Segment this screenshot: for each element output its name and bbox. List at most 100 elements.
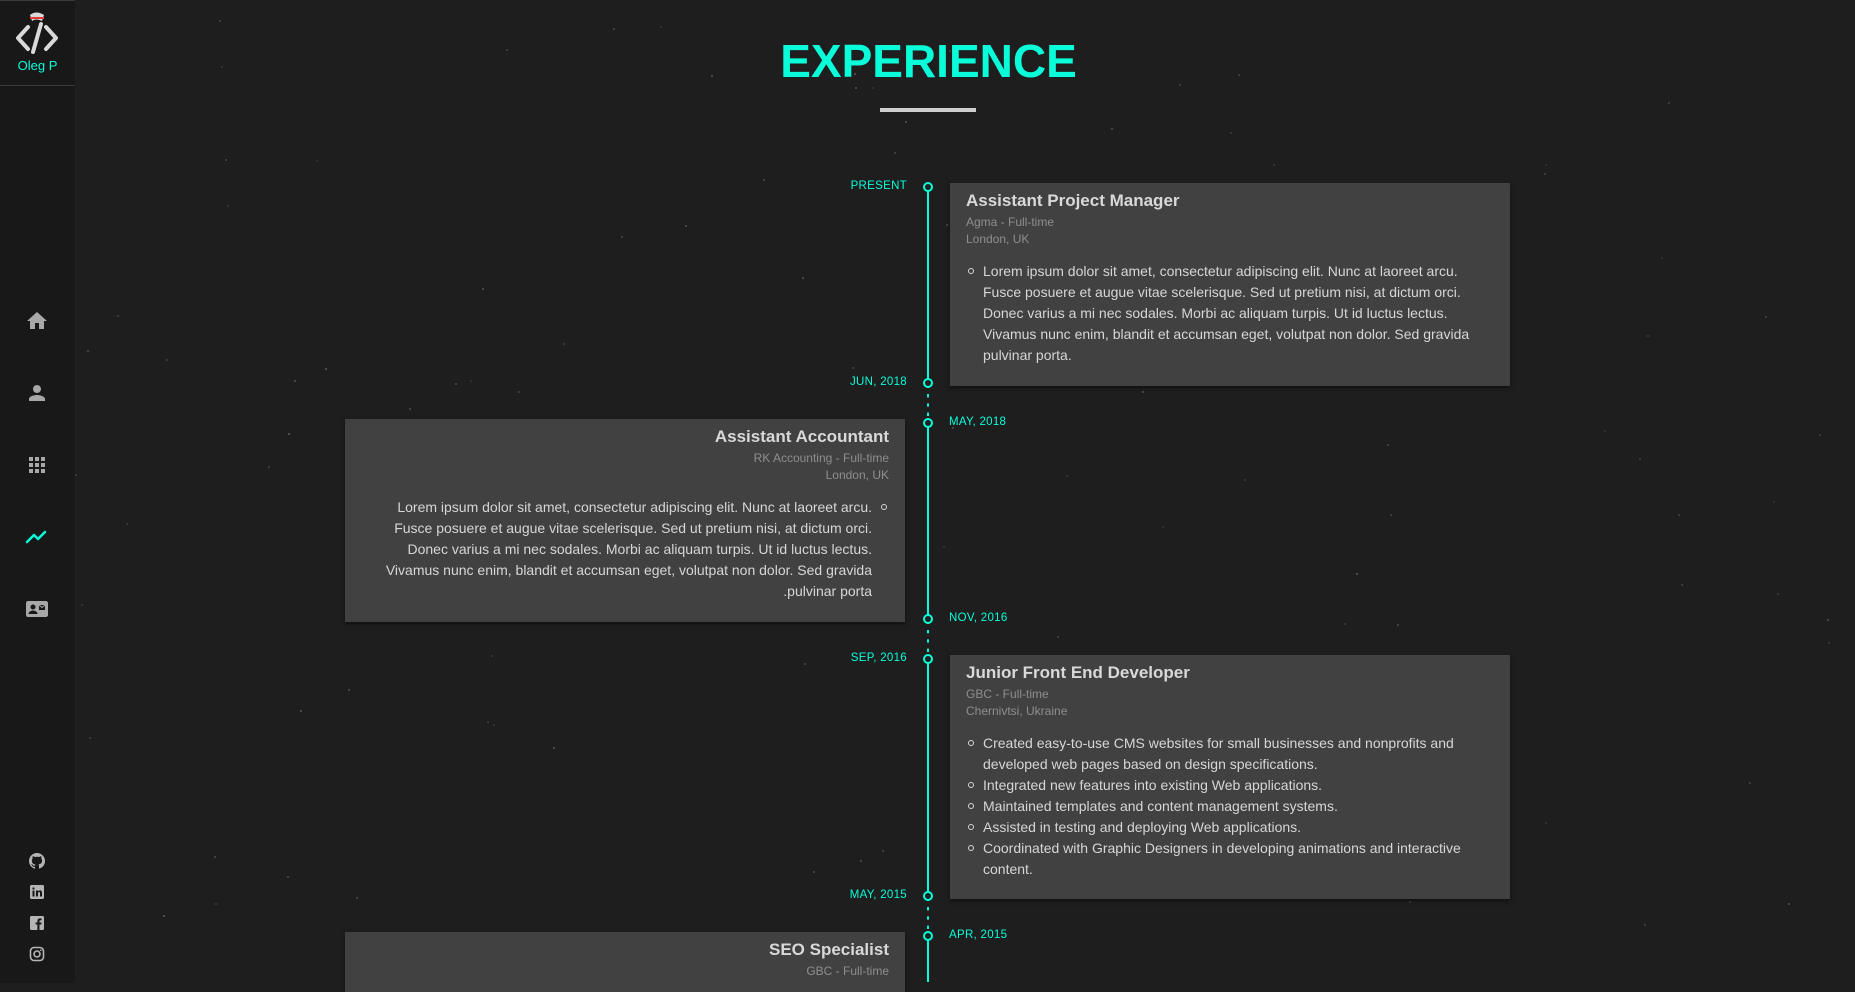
- star: [288, 433, 290, 435]
- instagram-link[interactable]: [29, 946, 45, 962]
- star: [763, 179, 765, 181]
- list-item: Coordinated with Graphic Designers in de…: [966, 838, 1494, 880]
- list-item: Maintained templates and content managem…: [966, 796, 1494, 817]
- timeline-dot: [923, 931, 933, 941]
- job-meta: GBC - Full-time Chernivtsi, Ukraine: [966, 686, 1494, 720]
- star: [1678, 514, 1680, 516]
- star: [1765, 316, 1767, 318]
- star: [1819, 434, 1821, 436]
- code-logo-icon: [16, 12, 58, 54]
- star: [1828, 642, 1830, 644]
- timeline-dot: [923, 654, 933, 664]
- nav-about[interactable]: [25, 381, 49, 405]
- star: [1409, 901, 1411, 903]
- star: [518, 391, 520, 393]
- star: [166, 359, 168, 361]
- star: [215, 903, 217, 905]
- brand[interactable]: Oleg P: [0, 1, 75, 86]
- star: [493, 724, 495, 726]
- star: [316, 160, 318, 162]
- star: [1777, 593, 1779, 595]
- star: [621, 236, 623, 238]
- contact-card-icon: [26, 601, 48, 617]
- company: GBC - Full-time: [966, 687, 1049, 701]
- timeline-dot: [923, 182, 933, 192]
- job-title: SEO Specialist: [769, 940, 889, 959]
- star: [1661, 257, 1663, 259]
- facebook-link[interactable]: [29, 915, 45, 931]
- star: [882, 850, 884, 852]
- star: [1749, 782, 1751, 784]
- star: [1111, 128, 1113, 130]
- brand-name: Oleg P: [17, 58, 58, 73]
- star: [482, 288, 484, 290]
- star: [1668, 102, 1670, 104]
- experience-card: Assistant Accountant RK Accounting - Ful…: [345, 419, 905, 622]
- timeline-dot: [923, 378, 933, 388]
- timeline-line: [927, 186, 929, 982]
- star: [1681, 584, 1683, 586]
- star: [491, 655, 493, 657]
- star: [487, 721, 489, 723]
- star: [294, 380, 296, 382]
- instagram-icon: [29, 946, 45, 962]
- star: [1545, 164, 1547, 166]
- job-title: Assistant Accountant: [714, 427, 889, 446]
- star: [126, 523, 128, 525]
- star: [1827, 619, 1829, 621]
- star: [802, 277, 804, 279]
- star: [455, 383, 457, 385]
- star: [1387, 444, 1389, 446]
- star: [1397, 624, 1399, 626]
- star: [1142, 391, 1144, 393]
- star: [860, 860, 862, 862]
- star: [348, 689, 350, 691]
- company: RK Accounting - Full-time: [753, 451, 889, 465]
- timeline-gap: [927, 624, 929, 658]
- star: [1066, 475, 1068, 477]
- star: [813, 871, 815, 873]
- star: [1230, 132, 1232, 134]
- star: [660, 26, 662, 28]
- list-item: Lorem ipsum dolor sit amet, consectetur …: [361, 497, 889, 602]
- sidebar: Oleg P: [0, 0, 75, 983]
- list-item: Assisted in testing and deploying Web ap…: [966, 817, 1494, 838]
- star: [89, 737, 91, 739]
- star: [287, 876, 289, 878]
- experience-card: SEO Specialist GBC - Full-time: [345, 932, 905, 992]
- nav-experience[interactable]: [25, 525, 49, 549]
- star: [1544, 173, 1546, 175]
- star: [300, 710, 302, 712]
- star: [163, 915, 165, 917]
- star: [409, 408, 411, 410]
- star: [1390, 514, 1392, 516]
- star: [356, 897, 358, 899]
- star: [87, 350, 89, 352]
- home-icon: [27, 312, 47, 329]
- job-meta: RK Accounting - Full-time London, UK: [361, 450, 889, 484]
- star: [75, 474, 77, 476]
- linkedin-link[interactable]: [29, 884, 45, 900]
- entry-start-date: MAY, 2015: [849, 889, 907, 901]
- nav-contact[interactable]: [25, 597, 49, 621]
- grid-icon: [29, 457, 45, 473]
- nav-portfolio[interactable]: [25, 453, 49, 477]
- entry-end-date: MAY, 2018: [949, 416, 1007, 428]
- job-bullets: Lorem ipsum dolor sit amet, consectetur …: [361, 497, 889, 602]
- job-bullets: Lorem ipsum dolor sit amet, consectetur …: [966, 261, 1494, 366]
- star: [563, 343, 565, 345]
- star: [1162, 526, 1164, 528]
- title-underline: [880, 108, 976, 112]
- github-link[interactable]: [29, 853, 45, 869]
- star: [613, 28, 615, 30]
- company: GBC - Full-time: [806, 964, 889, 978]
- star: [1344, 623, 1346, 625]
- job-title: Assistant Project Manager: [966, 191, 1180, 210]
- star: [1788, 903, 1790, 905]
- facebook-icon: [30, 916, 44, 930]
- star: [227, 205, 229, 207]
- star: [1644, 924, 1646, 926]
- timeline-dot: [923, 418, 933, 428]
- linkedin-icon: [30, 885, 44, 899]
- nav-home[interactable]: [25, 309, 49, 333]
